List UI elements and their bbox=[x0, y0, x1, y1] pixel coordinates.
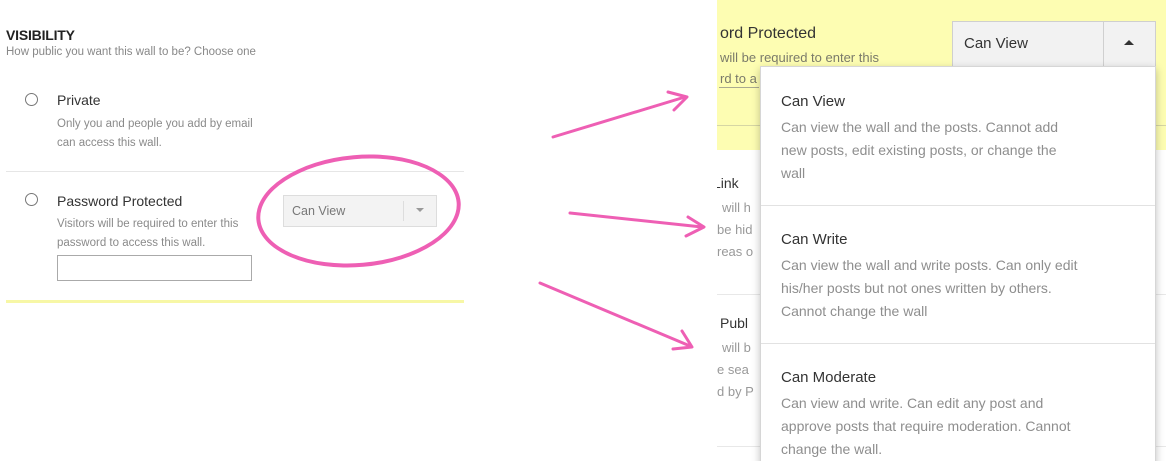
dropdown-option-desc-line-2: his/her posts but not ones written by ot… bbox=[781, 280, 1052, 296]
permission-select-value: Can View bbox=[964, 35, 1028, 52]
text-underline bbox=[719, 87, 759, 88]
zoomed-option-desc-line-1: will be required to enter this bbox=[720, 50, 879, 65]
public-option-line-1: will b bbox=[722, 340, 751, 355]
dropdown-option-desc-line-3: wall bbox=[781, 165, 806, 181]
public-option-line-2: e sea bbox=[717, 362, 749, 377]
dropdown-option-can-view[interactable]: Can View Can view the wall and the posts… bbox=[761, 67, 1155, 205]
dropdown-option-desc-line-3: change the wall. bbox=[781, 441, 883, 457]
permission-select-open[interactable]: Can View bbox=[952, 21, 1156, 67]
select-separator bbox=[1103, 22, 1104, 66]
annotation-arrow-3 bbox=[538, 281, 692, 348]
zoomed-panel: ord Protected will be required to enter … bbox=[717, 0, 1166, 461]
link-option-title: Link bbox=[717, 175, 739, 191]
dropdown-option-desc-line-1: Can view the wall and write posts. Can o… bbox=[781, 257, 1078, 273]
dropdown-option-desc-line-1: Can view and write. Can edit any post an… bbox=[781, 395, 1044, 411]
dropdown-option-desc-line-1: Can view the wall and the posts. Cannot … bbox=[781, 119, 1059, 135]
dropdown-option-desc-line-2: approve posts that require moderation. C… bbox=[781, 418, 1071, 434]
dropdown-option-can-moderate[interactable]: Can Moderate Can view and write. Can edi… bbox=[761, 344, 1155, 461]
dropdown-option-title: Can View bbox=[781, 93, 845, 110]
dropdown-option-desc-line-3: Cannot change the wall bbox=[781, 303, 928, 319]
zoomed-option-title: ord Protected bbox=[720, 25, 817, 42]
permission-dropdown-menu: Can View Can view the wall and the posts… bbox=[760, 66, 1156, 461]
public-option-title: Publ bbox=[720, 315, 749, 331]
dropdown-option-desc-line-2: new posts, edit existing posts, or chang… bbox=[781, 142, 1057, 158]
dropdown-option-can-write[interactable]: Can Write Can view the wall and write po… bbox=[761, 206, 1155, 343]
dropdown-option-title: Can Moderate bbox=[781, 369, 877, 386]
annotation-arrow-1 bbox=[551, 95, 687, 139]
link-option-line-1: will h bbox=[722, 200, 751, 215]
dropdown-option-title: Can Write bbox=[781, 231, 848, 248]
annotation-arrow-2 bbox=[568, 211, 704, 229]
public-option-line-3: d by P bbox=[717, 384, 754, 399]
zoomed-option-desc-line-2: rd to a bbox=[720, 71, 757, 86]
link-option-line-3: reas o bbox=[717, 244, 754, 259]
chevron-up-icon[interactable] bbox=[1124, 40, 1134, 45]
link-option-line-2: be hid bbox=[717, 222, 753, 237]
